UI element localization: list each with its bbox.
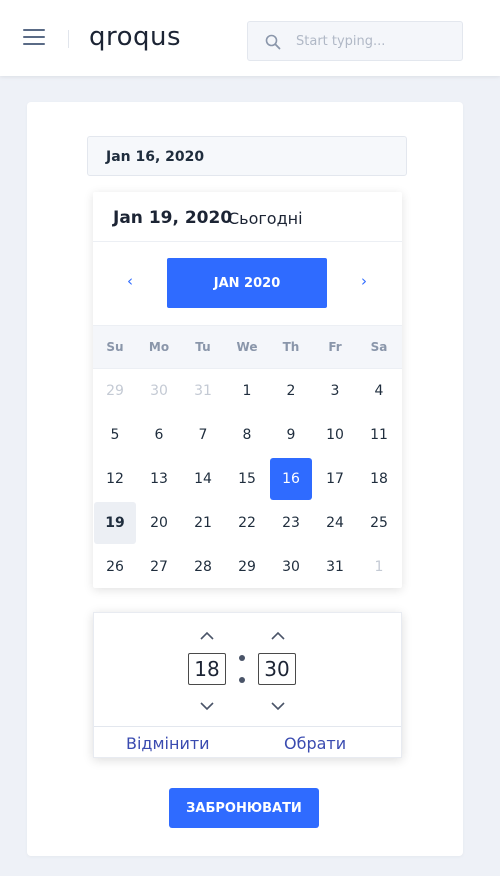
weekday-label: Sa (370, 340, 388, 354)
calendar-day[interactable]: 31 (314, 546, 356, 588)
calendar-day[interactable]: 17 (314, 458, 356, 500)
calendar-day[interactable]: 27 (138, 546, 180, 588)
time-separator-dot (239, 677, 245, 683)
logo[interactable]: qroqus (89, 22, 181, 52)
search-input[interactable] (296, 31, 451, 51)
calendar-day[interactable]: 7 (182, 414, 224, 456)
calendar-day[interactable]: 9 (270, 414, 312, 456)
calendar-day[interactable]: 20 (138, 502, 180, 544)
calendar-day[interactable]: 22 (226, 502, 268, 544)
search-icon (265, 34, 281, 50)
calendar-day[interactable]: 19 (94, 502, 136, 544)
weekday-label: Th (282, 340, 300, 354)
calendar-day[interactable]: 21 (182, 502, 224, 544)
calendar-day[interactable]: 4 (358, 370, 400, 412)
calendar-day[interactable]: 23 (270, 502, 312, 544)
weekday-label: We (236, 340, 258, 354)
calendar-day[interactable]: 15 (226, 458, 268, 500)
calendar-day[interactable]: 30 (138, 370, 180, 412)
hours-field[interactable]: 18 (188, 653, 226, 685)
weekday-header: Su Mo Tu We Th Fr Sa (93, 325, 402, 369)
minute-down-icon[interactable] (268, 699, 288, 713)
calendar-day[interactable]: 16 (270, 458, 312, 500)
hamburger-menu-icon[interactable] (23, 29, 45, 47)
weekday-label: Su (106, 340, 124, 354)
header-divider (68, 30, 69, 48)
date-input[interactable]: Jan 16, 2020 (87, 136, 407, 176)
calendar-day[interactable]: 29 (226, 546, 268, 588)
month-year-button[interactable]: JAN 2020 (167, 258, 327, 308)
today-button[interactable]: Сьогодні (228, 209, 303, 228)
hour-up-icon[interactable] (197, 629, 217, 643)
calendar-day[interactable]: 8 (226, 414, 268, 456)
calendar-day[interactable]: 10 (314, 414, 356, 456)
calendar-day[interactable]: 18 (358, 458, 400, 500)
calendar-day[interactable]: 28 (182, 546, 224, 588)
prev-month-icon[interactable]: ‹ (120, 272, 140, 290)
calendar-day[interactable]: 11 (358, 414, 400, 456)
calendar-day[interactable]: 12 (94, 458, 136, 500)
time-picker: 18 30 Відмінити Обрати (93, 612, 402, 758)
calendar-day[interactable]: 25 (358, 502, 400, 544)
hour-down-icon[interactable] (197, 699, 217, 713)
date-picker: Jan 19, 2020 Сьогодні ‹ JAN 2020 › Su Mo T… (93, 192, 402, 588)
calendar-day[interactable]: 30 (270, 546, 312, 588)
calendar-day[interactable]: 26 (94, 546, 136, 588)
calendar-day[interactable]: 6 (138, 414, 180, 456)
minute-up-icon[interactable] (268, 629, 288, 643)
minutes-field[interactable]: 30 (258, 653, 296, 685)
weekday-label: Mo (148, 340, 170, 354)
time-actions: Відмінити Обрати (94, 726, 401, 758)
calendar-day[interactable]: 5 (94, 414, 136, 456)
weekday-label: Tu (195, 340, 211, 354)
top-bar: qroqus (0, 0, 500, 76)
book-button[interactable]: ЗАБРОНЮВАТИ (169, 788, 319, 828)
calendar-day[interactable]: 3 (314, 370, 356, 412)
weekday-label: Fr (328, 340, 342, 354)
cancel-button[interactable]: Відмінити (126, 734, 210, 753)
search-box[interactable] (247, 21, 463, 61)
calendar-day[interactable]: 29 (94, 370, 136, 412)
time-separator-dot (239, 655, 245, 661)
calendar-day[interactable]: 13 (138, 458, 180, 500)
calendar-day[interactable]: 14 (182, 458, 224, 500)
calendar-day[interactable]: 1 (358, 546, 400, 588)
calendar-day[interactable]: 31 (182, 370, 224, 412)
calendar-day[interactable]: 24 (314, 502, 356, 544)
date-picker-header: Jan 19, 2020 Сьогодні (93, 192, 402, 242)
choose-button[interactable]: Обрати (284, 734, 346, 753)
calendar-day[interactable]: 1 (226, 370, 268, 412)
calendar-day[interactable]: 2 (270, 370, 312, 412)
next-month-icon[interactable]: › (354, 272, 374, 290)
selected-date-label: Jan 19, 2020 (113, 208, 233, 228)
